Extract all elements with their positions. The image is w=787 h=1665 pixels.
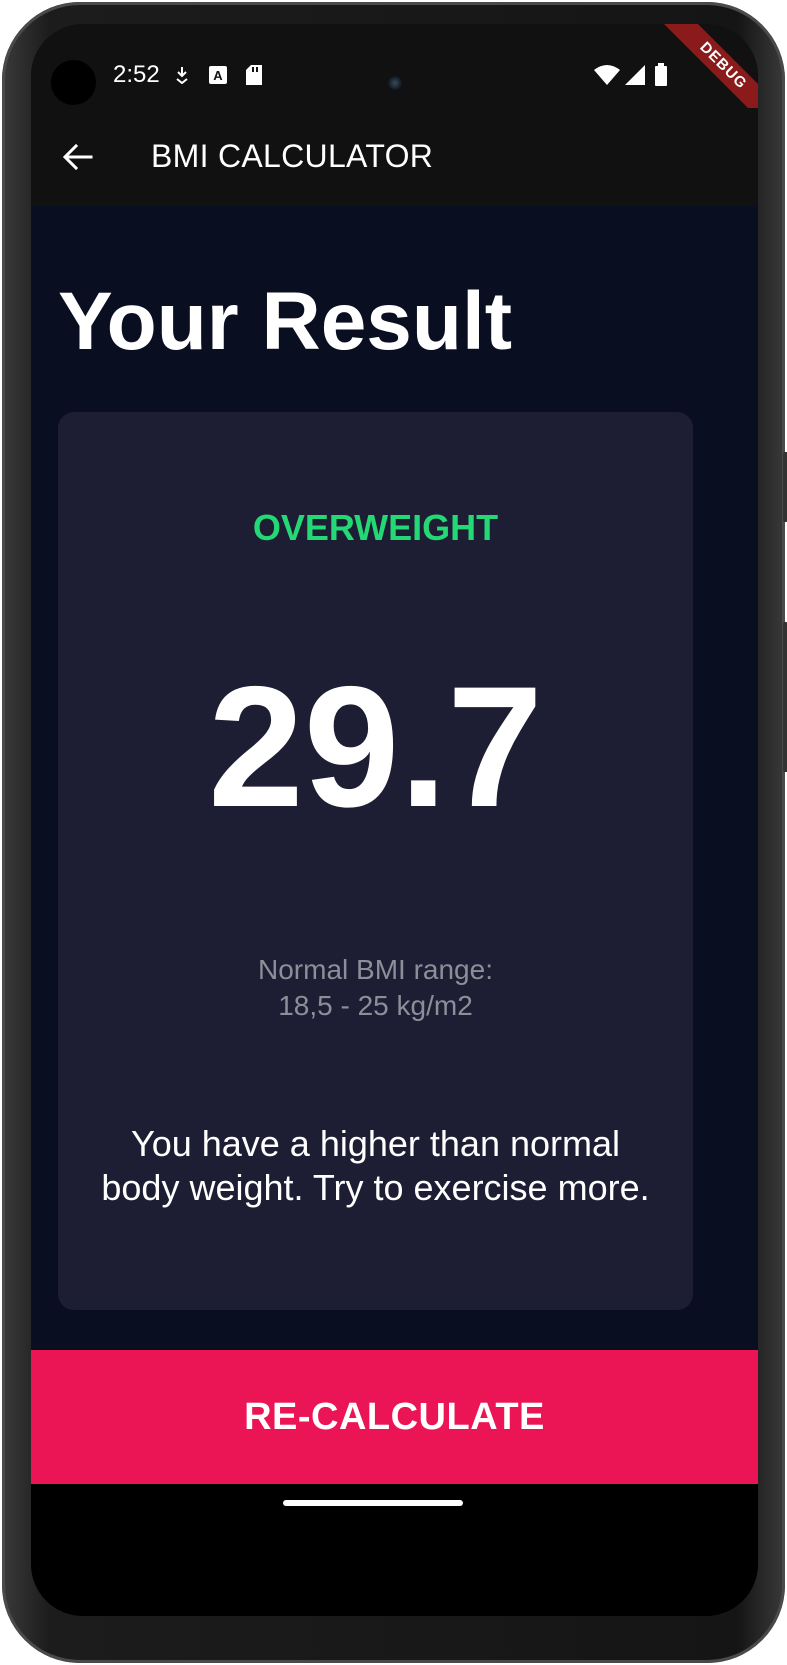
result-card: OVERWEIGHT 29.7 Normal BMI range: 18,5 -… bbox=[58, 412, 693, 1310]
front-sensor bbox=[387, 75, 403, 91]
app-bar: BMI CALCULATOR bbox=[31, 108, 758, 206]
phone-frame: 2:52 A DEBUG BMI CALCULATOR Your Result … bbox=[2, 2, 787, 1663]
a-badge-icon: A bbox=[207, 64, 229, 86]
normal-range-label: Normal BMI range: bbox=[258, 954, 493, 985]
bmi-advice-text: You have a higher than normal body weigh… bbox=[101, 1123, 650, 1208]
app-title: BMI CALCULATOR bbox=[151, 138, 434, 174]
status-bar: 2:52 A DEBUG bbox=[31, 24, 758, 128]
arrow-left-icon bbox=[63, 144, 93, 170]
recalculate-label: RE-CALCULATE bbox=[244, 1395, 545, 1438]
normal-range-value: 18,5 - 25 kg/m2 bbox=[278, 990, 473, 1021]
download-indicator-icon bbox=[173, 64, 191, 86]
page-title: Your Result bbox=[58, 276, 513, 367]
bmi-value: 29.7 bbox=[208, 651, 543, 843]
status-time: 2:52 bbox=[113, 61, 160, 88]
gesture-nav-area bbox=[31, 1484, 758, 1616]
volume-button bbox=[783, 452, 787, 522]
back-button[interactable] bbox=[55, 134, 101, 180]
front-camera bbox=[51, 60, 96, 105]
recalculate-button[interactable]: RE-CALCULATE bbox=[31, 1350, 758, 1484]
svg-text:A: A bbox=[213, 68, 223, 83]
home-indicator[interactable] bbox=[283, 1500, 463, 1506]
signal-icon bbox=[623, 64, 647, 86]
sd-card-icon bbox=[244, 64, 264, 86]
screen: 2:52 A DEBUG BMI CALCULATOR Your Result … bbox=[31, 24, 758, 1616]
battery-icon bbox=[653, 63, 669, 86]
power-button bbox=[783, 622, 787, 772]
bmi-status-label: OVERWEIGHT bbox=[252, 507, 499, 548]
wifi-icon bbox=[593, 64, 621, 86]
